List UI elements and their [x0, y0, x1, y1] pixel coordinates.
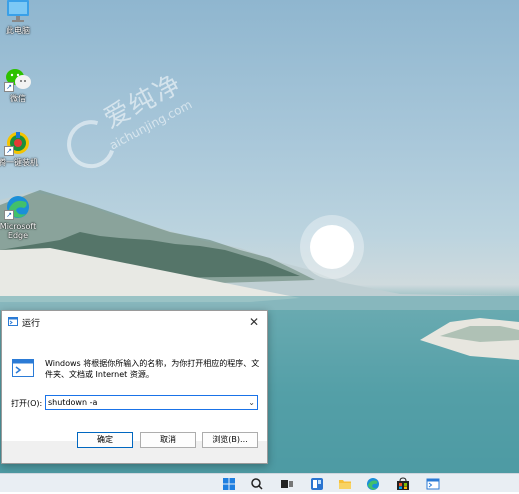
run-icon[interactable]: [426, 477, 440, 491]
close-icon[interactable]: ✕: [241, 311, 267, 333]
run-dialog-description: Windows 将根据你所输入的名称，为你打开相应的程序、文件夹、文档或 Int…: [45, 359, 260, 379]
desktop-icon-edge[interactable]: ↗ Microsoft Edge: [0, 194, 38, 240]
shortcut-arrow-icon: ↗: [4, 210, 14, 220]
widgets-icon[interactable]: [310, 477, 324, 491]
edge-icon: ↗: [4, 194, 32, 220]
desktop-icon-label: 微信: [10, 94, 26, 103]
shortcut-arrow-icon: ↗: [4, 82, 14, 92]
run-dialog-footer: 确定 取消 浏览(B)...: [2, 432, 267, 463]
file-explorer-icon[interactable]: [338, 477, 352, 491]
shortcut-arrow-icon: ↗: [4, 146, 14, 156]
run-dialog: 运行 ✕ Windows 将根据你所输入的名称，为你打开相应的程序、文件夹、文档…: [1, 310, 268, 464]
desktop-icon-installer[interactable]: ↗ 腾一键装机: [0, 130, 38, 167]
desktop-icon-label: 此电脑: [6, 26, 30, 35]
run-dialog-title: 运行: [22, 319, 41, 329]
open-label: 打开(O):: [11, 399, 43, 408]
run-program-icon: [12, 359, 34, 377]
run-dialog-body: Windows 将根据你所输入的名称，为你打开相应的程序、文件夹、文档或 Int…: [2, 333, 267, 441]
ok-button[interactable]: 确定: [77, 432, 133, 448]
desktop-icon-this-pc[interactable]: 此电脑: [0, 0, 38, 35]
open-command-combobox[interactable]: ⌄: [45, 395, 258, 410]
start-icon[interactable]: [222, 477, 236, 491]
browse-button[interactable]: 浏览(B)...: [202, 432, 258, 448]
desktop-icon-label: 腾一键装机: [0, 158, 38, 167]
task-view-icon[interactable]: [280, 477, 294, 491]
chevron-down-icon[interactable]: ⌄: [248, 396, 255, 409]
store-icon[interactable]: [396, 477, 410, 491]
wechat-icon: ↗: [4, 66, 32, 92]
run-dialog-titlebar[interactable]: 运行 ✕: [2, 311, 267, 333]
monitor-icon: [4, 0, 32, 24]
search-icon[interactable]: [250, 477, 264, 491]
run-app-icon: [8, 317, 18, 326]
desktop-icon-label: Microsoft Edge: [0, 222, 37, 240]
installer-icon: ↗: [4, 130, 32, 156]
command-input[interactable]: [48, 397, 238, 408]
cancel-button[interactable]: 取消: [140, 432, 196, 448]
taskbar: [0, 473, 519, 492]
edge-icon[interactable]: [366, 477, 380, 491]
desktop-icon-wechat[interactable]: ↗ 微信: [0, 66, 38, 103]
